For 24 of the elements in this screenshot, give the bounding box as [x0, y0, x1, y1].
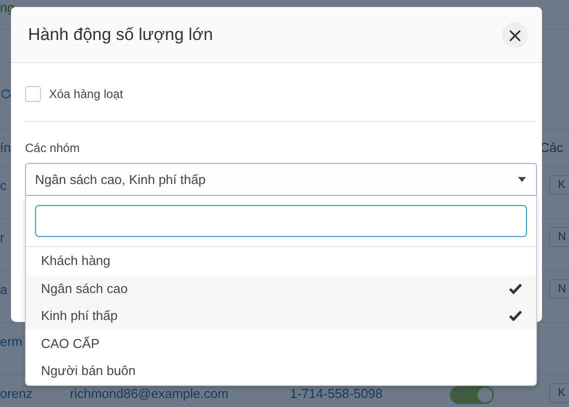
- dropdown-option[interactable]: Ngân sách cao: [26, 274, 536, 302]
- field-label: Các nhóm: [25, 141, 81, 156]
- close-button[interactable]: ×: [502, 22, 528, 48]
- toggle-switch[interactable]: [450, 386, 494, 404]
- checkbox[interactable]: [25, 86, 41, 102]
- checkbox-label: Xóa hàng loạt: [49, 87, 124, 101]
- check-icon: [509, 282, 522, 294]
- dropdown-option[interactable]: Kinh phí thấp: [26, 302, 536, 330]
- caret-icon: [518, 177, 526, 182]
- table-cell: erm: [0, 334, 22, 349]
- dropdown-option[interactable]: Khách hàng: [26, 247, 536, 274]
- table-cell: a: [0, 282, 8, 297]
- dialog-title: Hành động số lượng lớn: [28, 24, 213, 44]
- groups-select[interactable]: Ngân sách cao, Kinh phí thấp: [25, 163, 537, 196]
- table-cell: ín: [0, 140, 11, 155]
- refresh-icon[interactable]: [0, 88, 12, 100]
- table-cell: c: [0, 178, 6, 193]
- search-field[interactable]: [35, 205, 527, 237]
- table-cell-text: 1-714-558-5098: [290, 386, 384, 401]
- table-cell: orenz: [0, 386, 33, 401]
- dropdown-option[interactable]: Người bán buôn: [26, 357, 536, 384]
- dropdown-option[interactable]: CAO CẤP: [26, 330, 536, 357]
- check-icon: [509, 310, 522, 322]
- table-cell: r: [0, 230, 4, 245]
